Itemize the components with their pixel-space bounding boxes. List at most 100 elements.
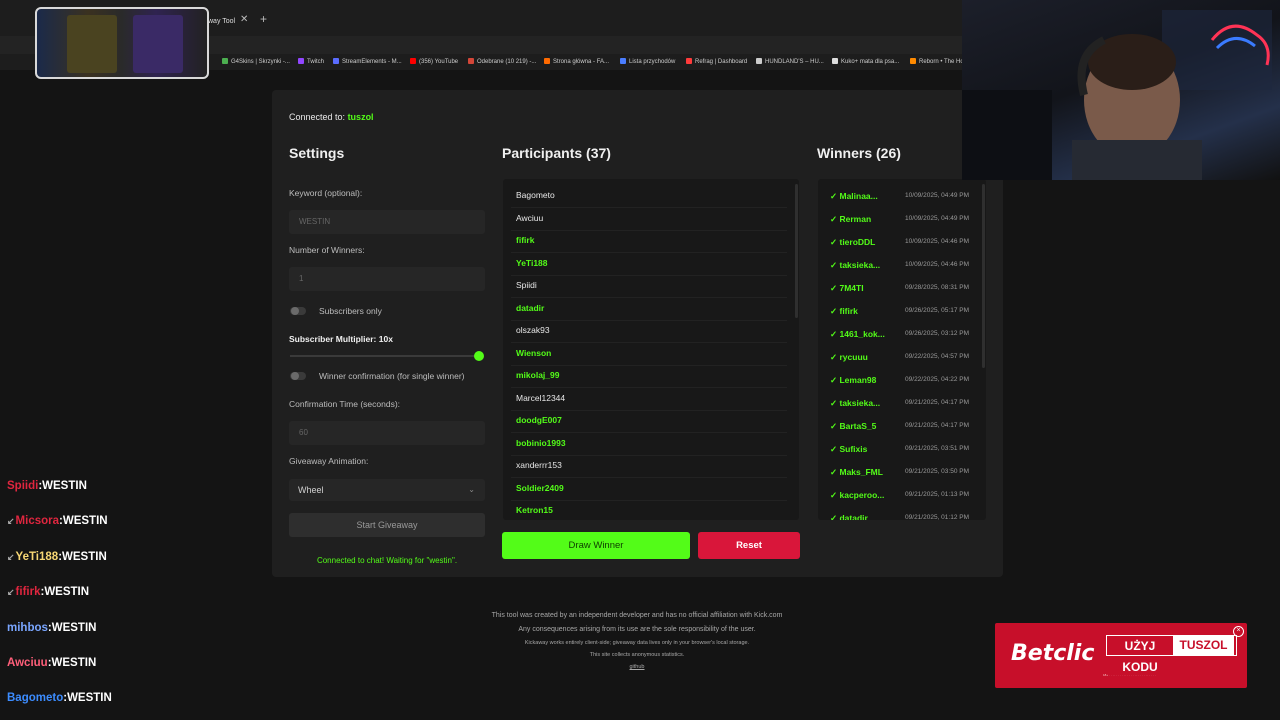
betclic-logo: Betclic: [1011, 641, 1095, 666]
winner-date: 10/09/2025, 04:49 PM: [905, 192, 969, 199]
close-icon[interactable]: ×: [1233, 626, 1244, 637]
chat-username: Awciuu: [7, 657, 48, 669]
check-icon: ✓: [830, 375, 840, 385]
multiplier-slider-handle[interactable]: [474, 351, 484, 361]
row-divider: [511, 364, 787, 366]
animation-select[interactable]: Wheel ⌄: [289, 479, 485, 501]
reset-button[interactable]: Reset: [698, 532, 800, 559]
skin-card-image: [133, 15, 183, 73]
winner-date: 10/09/2025, 04:46 PM: [905, 238, 969, 245]
keyword-input[interactable]: WESTIN: [289, 210, 485, 234]
winner-date: 09/21/2025, 01:12 PM: [905, 514, 969, 520]
tab-preview-thumbnail[interactable]: [35, 7, 209, 79]
bookmark-item[interactable]: Kuko+ mata dla psa...: [832, 58, 899, 65]
check-icon: ✓: [830, 421, 840, 431]
participants-list[interactable]: Bagometo Awciuu fifirk YeTi188 Spiidi datadir…: [503, 179, 799, 520]
chat-username: Bagometo: [7, 692, 64, 705]
participant-item: Wienson: [516, 347, 552, 358]
chevron-down-icon: ⌄: [468, 485, 475, 494]
check-icon: ✓: [830, 191, 840, 201]
start-giveaway-button[interactable]: Start Giveaway: [289, 513, 485, 537]
animation-label: Giveaway Animation:: [289, 456, 369, 466]
chat-message: ↙YeTi188:WESTIN: [7, 550, 107, 563]
chat-text: WESTIN: [44, 586, 90, 599]
draw-winner-button[interactable]: Draw Winner: [502, 532, 690, 559]
winner-date: 09/21/2025, 03:51 PM: [905, 445, 969, 452]
winner-date: 09/22/2025, 04:22 PM: [905, 376, 969, 383]
bookmark-item[interactable]: Lista przychodów: [620, 58, 675, 65]
check-icon: ✓: [830, 467, 840, 477]
bookmark-item[interactable]: G4Skins | Skrzynki -...: [222, 58, 290, 65]
github-link[interactable]: github: [387, 664, 887, 670]
winner-date: 09/21/2025, 04:17 PM: [905, 399, 969, 406]
winner-name: ✓ rycuuu: [830, 352, 868, 362]
row-divider: [511, 432, 787, 433]
winner-name: ✓ taksieka...: [830, 260, 881, 270]
row-divider: [511, 499, 787, 501]
participant-item: Soldier2409: [516, 482, 564, 493]
skin-card-image: [67, 15, 117, 73]
tab-close-icon[interactable]: ✕: [240, 14, 248, 25]
row-divider: [511, 319, 787, 321]
new-tab-icon[interactable]: +: [260, 12, 267, 26]
row-divider: [511, 342, 787, 343]
winner-date: 09/21/2025, 03:50 PM: [905, 468, 969, 475]
participant-item: doodgE007: [516, 415, 562, 425]
subscriber-multiplier-label: Subscriber Multiplier: 10x: [289, 334, 393, 344]
check-icon: ✓: [830, 352, 840, 362]
row-divider: [511, 274, 787, 276]
bookmark-item[interactable]: Strona główna - FA...: [544, 58, 609, 65]
check-icon: ✓: [830, 513, 840, 520]
footer-storage-note: Kickaway works entirely client-side; giv…: [524, 640, 750, 646]
check-icon: ✓: [830, 237, 840, 247]
reply-icon: ↙: [7, 587, 15, 598]
bookmark-item[interactable]: Reborn • The Ho: [910, 58, 964, 65]
betclic-ad-banner[interactable]: Betclic UŻYJ KODUTUSZOL 18+ · · · · · · …: [995, 623, 1247, 688]
participants-scrollbar[interactable]: [795, 184, 798, 318]
webcam-image: [962, 10, 1272, 180]
chat-message: Awciuu:WESTIN: [7, 657, 97, 669]
winners-scrollbar[interactable]: [982, 184, 985, 368]
connection-status: Connected to: tuszol: [289, 112, 374, 122]
footer-responsibility: Any consequences arising from its use ar…: [518, 626, 756, 633]
winner-date: 09/26/2025, 05:17 PM: [905, 307, 969, 314]
participant-item: mikolaj_99: [516, 370, 560, 380]
winner-date: 10/09/2025, 04:49 PM: [905, 215, 969, 222]
chat-message: Bagometo:WESTIN: [7, 692, 112, 705]
winner-name: ✓ Maks_FML: [830, 467, 883, 477]
bookmark-item[interactable]: StreamElements - M...: [333, 58, 402, 65]
participant-item: Bagometo: [516, 190, 555, 200]
winner-name: ✓ Rerman: [830, 214, 872, 224]
chat-username: fifirk: [15, 586, 41, 599]
chat-text: WESTIN: [62, 515, 108, 528]
winner-date: 09/28/2025, 08:31 PM: [905, 284, 969, 291]
row-divider: [511, 387, 787, 388]
webcam-overlay: [962, 0, 1280, 180]
reply-icon: ↙: [7, 516, 15, 527]
winners-count-input[interactable]: 1: [289, 267, 485, 291]
bookmark-item[interactable]: Refrag | Dashboard: [686, 58, 747, 65]
footer-stats-note: This site collects anonymous statistics.: [589, 652, 685, 658]
check-icon: ✓: [830, 306, 840, 316]
bookmark-item[interactable]: Odebrane (10 219) -...: [468, 58, 536, 65]
winner-name: ✓ taksieka...: [830, 398, 881, 408]
winners-list[interactable]: ✓ Malinaa... 10/09/2025, 04:49 PM ✓ Rerman…: [818, 179, 986, 520]
chat-message: ↙fifirk:WESTIN: [7, 586, 90, 599]
winner-date: 09/26/2025, 03:12 PM: [905, 330, 969, 337]
participant-item: olszak93: [516, 325, 550, 335]
subscribers-only-toggle[interactable]: [290, 307, 306, 315]
bookmark-item[interactable]: (356) YouTube: [410, 58, 458, 65]
bookmark-item[interactable]: Twitch: [298, 58, 324, 65]
keyword-label: Keyword (optional):: [289, 188, 363, 198]
multiplier-slider-track[interactable]: [290, 355, 480, 357]
row-divider: [511, 409, 787, 411]
bookmark-item[interactable]: HUNDLAND'S – HU...: [756, 58, 824, 65]
confirmation-time-input[interactable]: 60: [289, 421, 485, 445]
winner-name: ✓ tieroDDL: [830, 237, 876, 247]
winner-name: ✓ fifirk: [830, 306, 858, 316]
winner-name: ✓ 1461_kok...: [830, 329, 885, 339]
winner-confirmation-label: Winner confirmation (for single winner): [319, 371, 465, 381]
winner-name: ✓ BartaS_5: [830, 421, 877, 431]
participant-item: datadir: [516, 302, 545, 313]
winner-confirmation-toggle[interactable]: [290, 372, 306, 380]
